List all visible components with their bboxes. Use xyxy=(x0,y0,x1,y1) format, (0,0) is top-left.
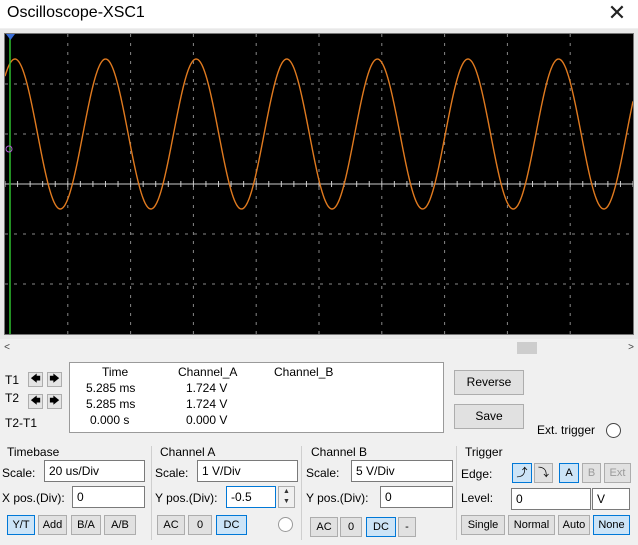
trigger-level-unit-select[interactable]: V xyxy=(592,488,630,510)
mode-yt-button[interactable]: Y/T xyxy=(7,515,35,535)
divider xyxy=(456,446,457,540)
channel-b-ypos-input[interactable]: 0 xyxy=(380,486,453,508)
t1-right-arrow-icon[interactable]: 🡆 xyxy=(47,372,62,387)
t2-left-arrow-icon[interactable]: 🡄 xyxy=(28,394,43,409)
header-channel-b: Channel_B xyxy=(274,365,334,379)
t2-t1-label: T2-T1 xyxy=(5,416,38,430)
trigger-none-button[interactable]: None xyxy=(593,515,630,535)
mode-add-button[interactable]: Add xyxy=(38,515,67,535)
trigger-source-b-button[interactable]: B xyxy=(582,463,601,483)
t2-label: T2 xyxy=(5,391,20,405)
channel-b-ypos-label: Y pos.(Div): xyxy=(306,491,369,505)
channel-a-ypos-label: Y pos.(Div): xyxy=(155,491,218,505)
scope-screen[interactable] xyxy=(4,33,634,335)
scroll-right-icon[interactable]: > xyxy=(624,341,638,355)
ext-trigger-radio[interactable] xyxy=(606,423,621,438)
trigger-source-ext-button[interactable]: Ext xyxy=(604,463,631,483)
t2-time-value: 5.285 ms xyxy=(86,397,136,411)
channel-a-title: Channel A xyxy=(160,445,216,459)
mode-ab-button[interactable]: A/B xyxy=(104,515,136,535)
title-bar: Oscilloscope-XSC1 ✕ xyxy=(0,0,638,28)
t2-t1-time-value: 0.000 s xyxy=(90,413,130,427)
channel-b-title: Channel B xyxy=(311,445,368,459)
t1-left-arrow-icon[interactable]: 🡄 xyxy=(28,372,43,387)
channel-a-ypos-input[interactable]: -0.5 xyxy=(226,486,276,508)
trigger-normal-button[interactable]: Normal xyxy=(508,515,555,535)
channel-a-scale-label: Scale: xyxy=(155,466,189,480)
cursor-readout-table: Time Channel_A Channel_B 5.285 ms 1.724 … xyxy=(69,362,444,433)
trigger-source-a-button[interactable]: A xyxy=(559,463,579,483)
scope-graph xyxy=(5,34,633,334)
timebase-scale-label: Scale: xyxy=(2,466,36,480)
trigger-level-input[interactable]: 0 xyxy=(511,488,591,510)
timebase-xpos-input[interactable]: 0 xyxy=(72,486,145,508)
channel-b-ac-button[interactable]: AC xyxy=(310,517,338,537)
channel-b-zero-button[interactable]: 0 xyxy=(340,517,362,537)
trigger-title: Trigger xyxy=(465,445,503,459)
t2-right-arrow-icon[interactable]: 🡆 xyxy=(47,394,62,409)
horizontal-scrollbar[interactable]: < > xyxy=(0,341,638,355)
scroll-thumb[interactable] xyxy=(517,342,537,354)
timebase-scale-input[interactable]: 20 us/Div xyxy=(44,460,145,482)
channel-a-zero-button[interactable]: 0 xyxy=(188,515,212,535)
t2-t1-channel-a-value: 0.000 V xyxy=(186,413,228,427)
mode-ba-button[interactable]: B/A xyxy=(71,515,101,535)
t1-label: T1 xyxy=(5,373,20,387)
ext-trigger-label: Ext. trigger xyxy=(537,423,596,437)
falling-edge-icon[interactable]: ⤵ xyxy=(534,463,553,483)
channel-b-scale-label: Scale: xyxy=(306,466,340,480)
t1-time-value: 5.285 ms xyxy=(86,381,136,395)
save-button[interactable]: Save xyxy=(454,404,524,429)
trigger-level-label: Level: xyxy=(461,491,494,505)
scroll-left-icon[interactable]: < xyxy=(0,341,14,355)
channel-b-scale-input[interactable]: 5 V/Div xyxy=(351,460,453,482)
t1-channel-a-value: 1.724 V xyxy=(186,381,228,395)
reverse-button[interactable]: Reverse xyxy=(454,370,524,395)
header-time: Time xyxy=(102,365,129,379)
trigger-single-button[interactable]: Single xyxy=(461,515,505,535)
timebase-xpos-label: X pos.(Div): xyxy=(2,491,65,505)
channel-a-ac-button[interactable]: AC xyxy=(157,515,185,535)
header-channel-a: Channel_A xyxy=(178,365,238,379)
close-icon[interactable]: ✕ xyxy=(606,1,628,25)
channel-a-dc-button[interactable]: DC xyxy=(216,515,247,535)
t2-channel-a-value: 1.724 V xyxy=(186,397,228,411)
spin-down-icon[interactable]: ▼ xyxy=(279,497,294,507)
timebase-title: Timebase xyxy=(7,445,60,459)
channel-b-dc-button[interactable]: DC xyxy=(366,517,396,537)
trigger-edge-label: Edge: xyxy=(461,467,493,481)
window-title: Oscilloscope-XSC1 xyxy=(7,4,145,21)
channel-a-ypos-stepper[interactable]: ▲ ▼ xyxy=(278,486,295,508)
divider xyxy=(151,446,152,540)
channel-b-invert-button[interactable]: - xyxy=(398,517,416,537)
channel-a-scale-input[interactable]: 1 V/Div xyxy=(197,460,298,482)
trigger-auto-button[interactable]: Auto xyxy=(558,515,590,535)
spin-up-icon[interactable]: ▲ xyxy=(279,487,294,497)
rising-edge-icon[interactable]: ⤴ xyxy=(512,463,532,483)
divider xyxy=(301,446,302,540)
channel-a-radio[interactable] xyxy=(278,517,293,532)
